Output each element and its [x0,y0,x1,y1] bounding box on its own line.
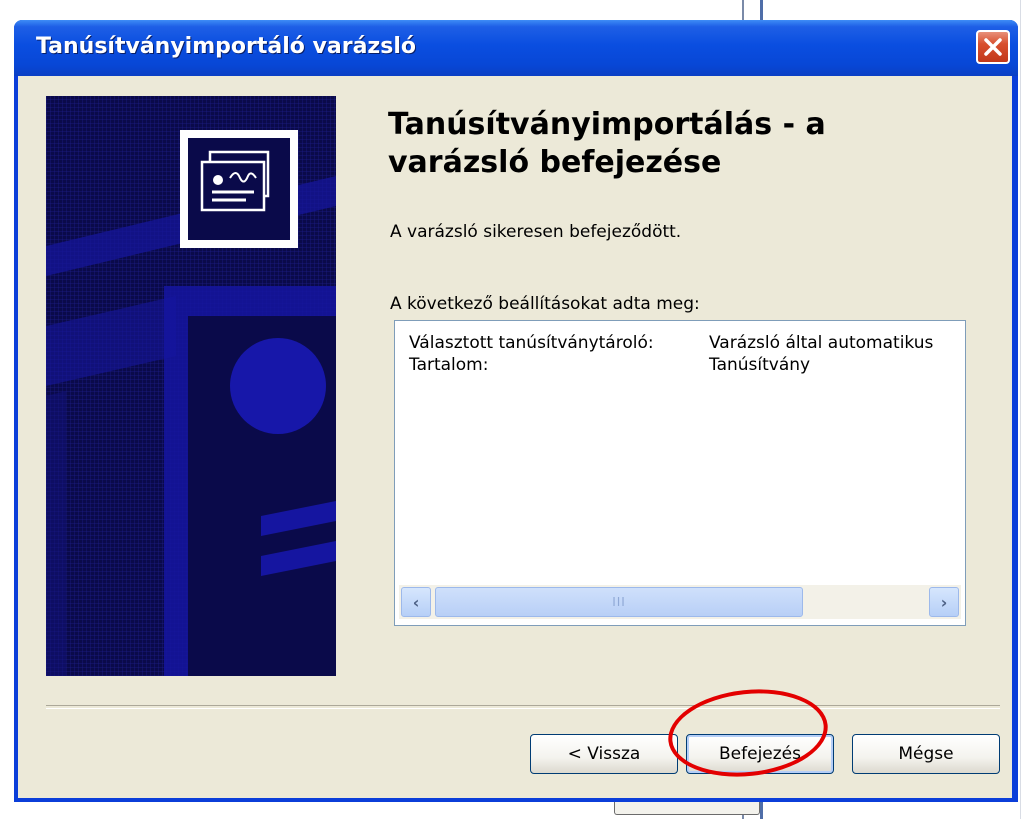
wizard-banner-image [46,96,336,676]
window-title: Tanúsítványimportáló varázsló [36,34,416,59]
list-item: Tartalom: Tanúsítvány [409,355,810,375]
thumb-grip: III [612,595,626,609]
scrollbar-thumb[interactable]: III [435,587,803,617]
setting-value: Varázsló által automatikus [709,333,934,353]
wizard-window: Tanúsítványimportáló varázsló Tanúsítván… [14,20,1018,802]
cancel-button-label: Mégse [898,744,954,764]
setting-value: Tanúsítvány [709,355,811,375]
divider [46,705,1000,709]
cancel-button[interactable]: Mégse [852,734,1000,774]
background-window-edge [760,0,763,20]
close-button[interactable] [976,30,1010,64]
setting-key: Választott tanúsítványtároló: [409,333,654,353]
desktop-background [0,0,10,819]
scroll-right-button[interactable]: › [929,587,959,617]
settings-list[interactable]: Választott tanúsítványtároló: Varázsló á… [394,320,966,626]
wizard-heading: Tanúsítványimportálás - a varázsló befej… [388,107,826,180]
background-window-edge [742,0,744,20]
title-bar[interactable]: Tanúsítványimportáló varázsló [14,20,1018,76]
background-window-edge [1020,0,1021,819]
list-item: Választott tanúsítványtároló: Varázsló á… [409,333,933,353]
setting-key: Tartalom: [409,355,489,375]
back-button[interactable]: < Vissza [530,734,678,774]
back-button-label: < Vissza [567,744,641,764]
certificate-icon [180,130,298,248]
chevron-right-icon: › [940,592,948,612]
success-message: A varázsló sikeresen befejeződött. [390,222,682,242]
horizontal-scrollbar[interactable]: ‹ III › [399,585,961,619]
wizard-client-area: Tanúsítványimportálás - a varázsló befej… [18,76,1012,798]
chevron-left-icon: ‹ [412,592,420,612]
settings-label: A következő beállításokat adta meg: [390,294,700,314]
scroll-left-button[interactable]: ‹ [401,587,431,617]
close-icon [984,38,1002,56]
